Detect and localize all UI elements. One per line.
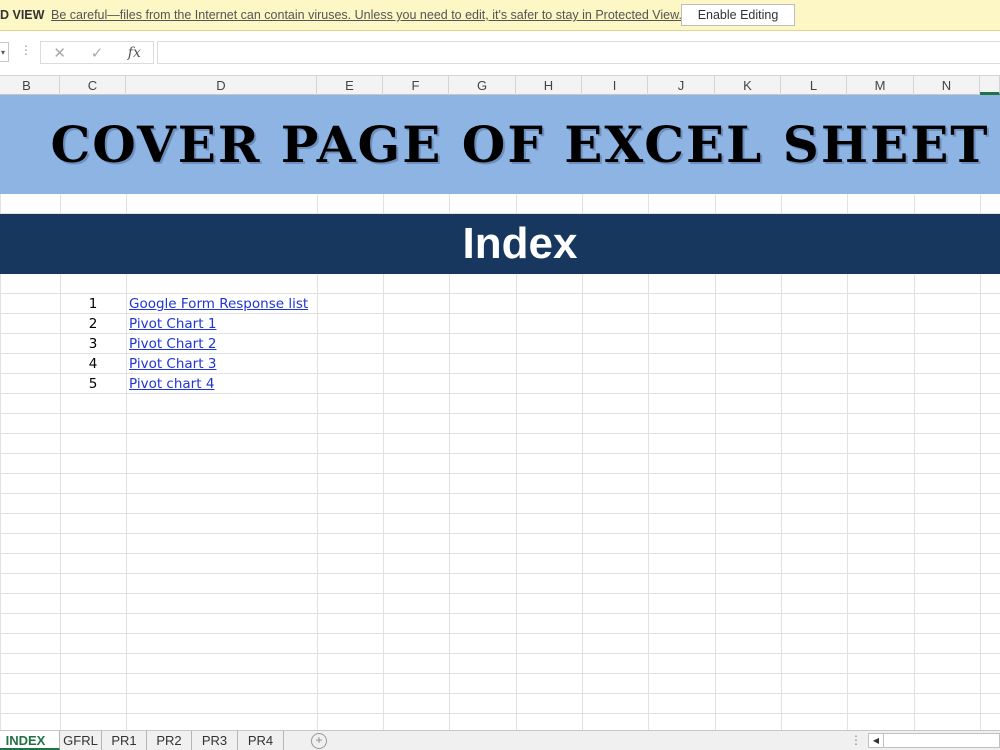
worksheet-grid[interactable]: COVER PAGE OF EXCEL SHEET Index 1 Google…	[0, 95, 1000, 730]
column-header-c[interactable]: C	[60, 76, 126, 95]
link-pivot-chart-2[interactable]: Pivot Chart 2	[129, 334, 216, 354]
tab-splitter-icon[interactable]: ⋮	[850, 733, 862, 747]
column-header-k[interactable]: K	[715, 76, 781, 95]
tab-pr1[interactable]: PR1	[102, 731, 147, 750]
tab-pr2[interactable]: PR2	[147, 731, 192, 750]
cover-title-band: COVER PAGE OF EXCEL SHEET	[0, 95, 1000, 194]
formula-bar-grip-icon[interactable]: ⋮	[20, 43, 32, 57]
column-header-i[interactable]: I	[582, 76, 648, 95]
index-number: 2	[88, 316, 98, 332]
column-header-h[interactable]: H	[516, 76, 582, 95]
column-header-l[interactable]: L	[781, 76, 847, 95]
tab-pr4[interactable]: PR4	[238, 731, 284, 750]
link-pivot-chart-3[interactable]: Pivot Chart 3	[129, 354, 216, 374]
column-header-j[interactable]: J	[648, 76, 715, 95]
cancel-icon[interactable]: ✕	[41, 44, 78, 62]
tab-gfrl[interactable]: GFRL	[60, 731, 102, 750]
tab-index[interactable]: INDEX	[0, 731, 60, 750]
horizontal-scrollbar[interactable]: ◀	[868, 733, 1000, 748]
column-header-e[interactable]: E	[317, 76, 383, 95]
link-pivot-chart-4[interactable]: Pivot chart 4	[129, 374, 214, 394]
tab-pr3[interactable]: PR3	[192, 731, 238, 750]
protected-view-label: D VIEW	[0, 8, 45, 22]
index-number: 5	[88, 376, 98, 392]
index-number: 1	[88, 296, 98, 312]
sheet-tab-bar: INDEX GFRL PR1 PR2 PR3 PR4 + ⋮ ◀	[0, 730, 1000, 750]
enable-editing-button[interactable]: Enable Editing	[681, 4, 795, 26]
index-heading: Index	[462, 219, 578, 268]
index-number: 4	[88, 356, 98, 372]
column-header-g[interactable]: G	[449, 76, 516, 95]
scroll-left-icon[interactable]: ◀	[869, 734, 884, 747]
column-header-b[interactable]: B	[0, 76, 60, 95]
formula-bar: ▾ ⋮ ✕ ✓ fx	[0, 31, 1000, 75]
column-header-n[interactable]: N	[914, 76, 980, 95]
column-headers: B C D E F G H I J K L M N	[0, 75, 1000, 95]
column-header-d[interactable]: D	[126, 76, 317, 95]
formula-bar-actions: ✕ ✓ fx	[40, 41, 154, 64]
protected-view-message[interactable]: Be careful—files from the Internet can c…	[51, 8, 682, 22]
protected-view-bar: D VIEW Be careful—files from the Interne…	[0, 0, 1000, 31]
name-box-dropdown-icon[interactable]: ▾	[0, 42, 9, 62]
link-google-form-response-list[interactable]: Google Form Response list	[129, 294, 308, 314]
column-header-f[interactable]: F	[383, 76, 449, 95]
index-number: 3	[88, 336, 98, 352]
column-header-m[interactable]: M	[847, 76, 914, 95]
link-pivot-chart-1[interactable]: Pivot Chart 1	[129, 314, 216, 334]
formula-input[interactable]	[157, 41, 1000, 64]
confirm-icon[interactable]: ✓	[78, 44, 115, 62]
insert-function-icon[interactable]: fx	[116, 45, 153, 61]
index-band: Index	[0, 214, 1000, 274]
add-sheet-icon[interactable]: +	[311, 733, 327, 749]
column-header-o[interactable]	[980, 76, 1000, 95]
cover-title: COVER PAGE OF EXCEL SHEET	[50, 115, 990, 174]
